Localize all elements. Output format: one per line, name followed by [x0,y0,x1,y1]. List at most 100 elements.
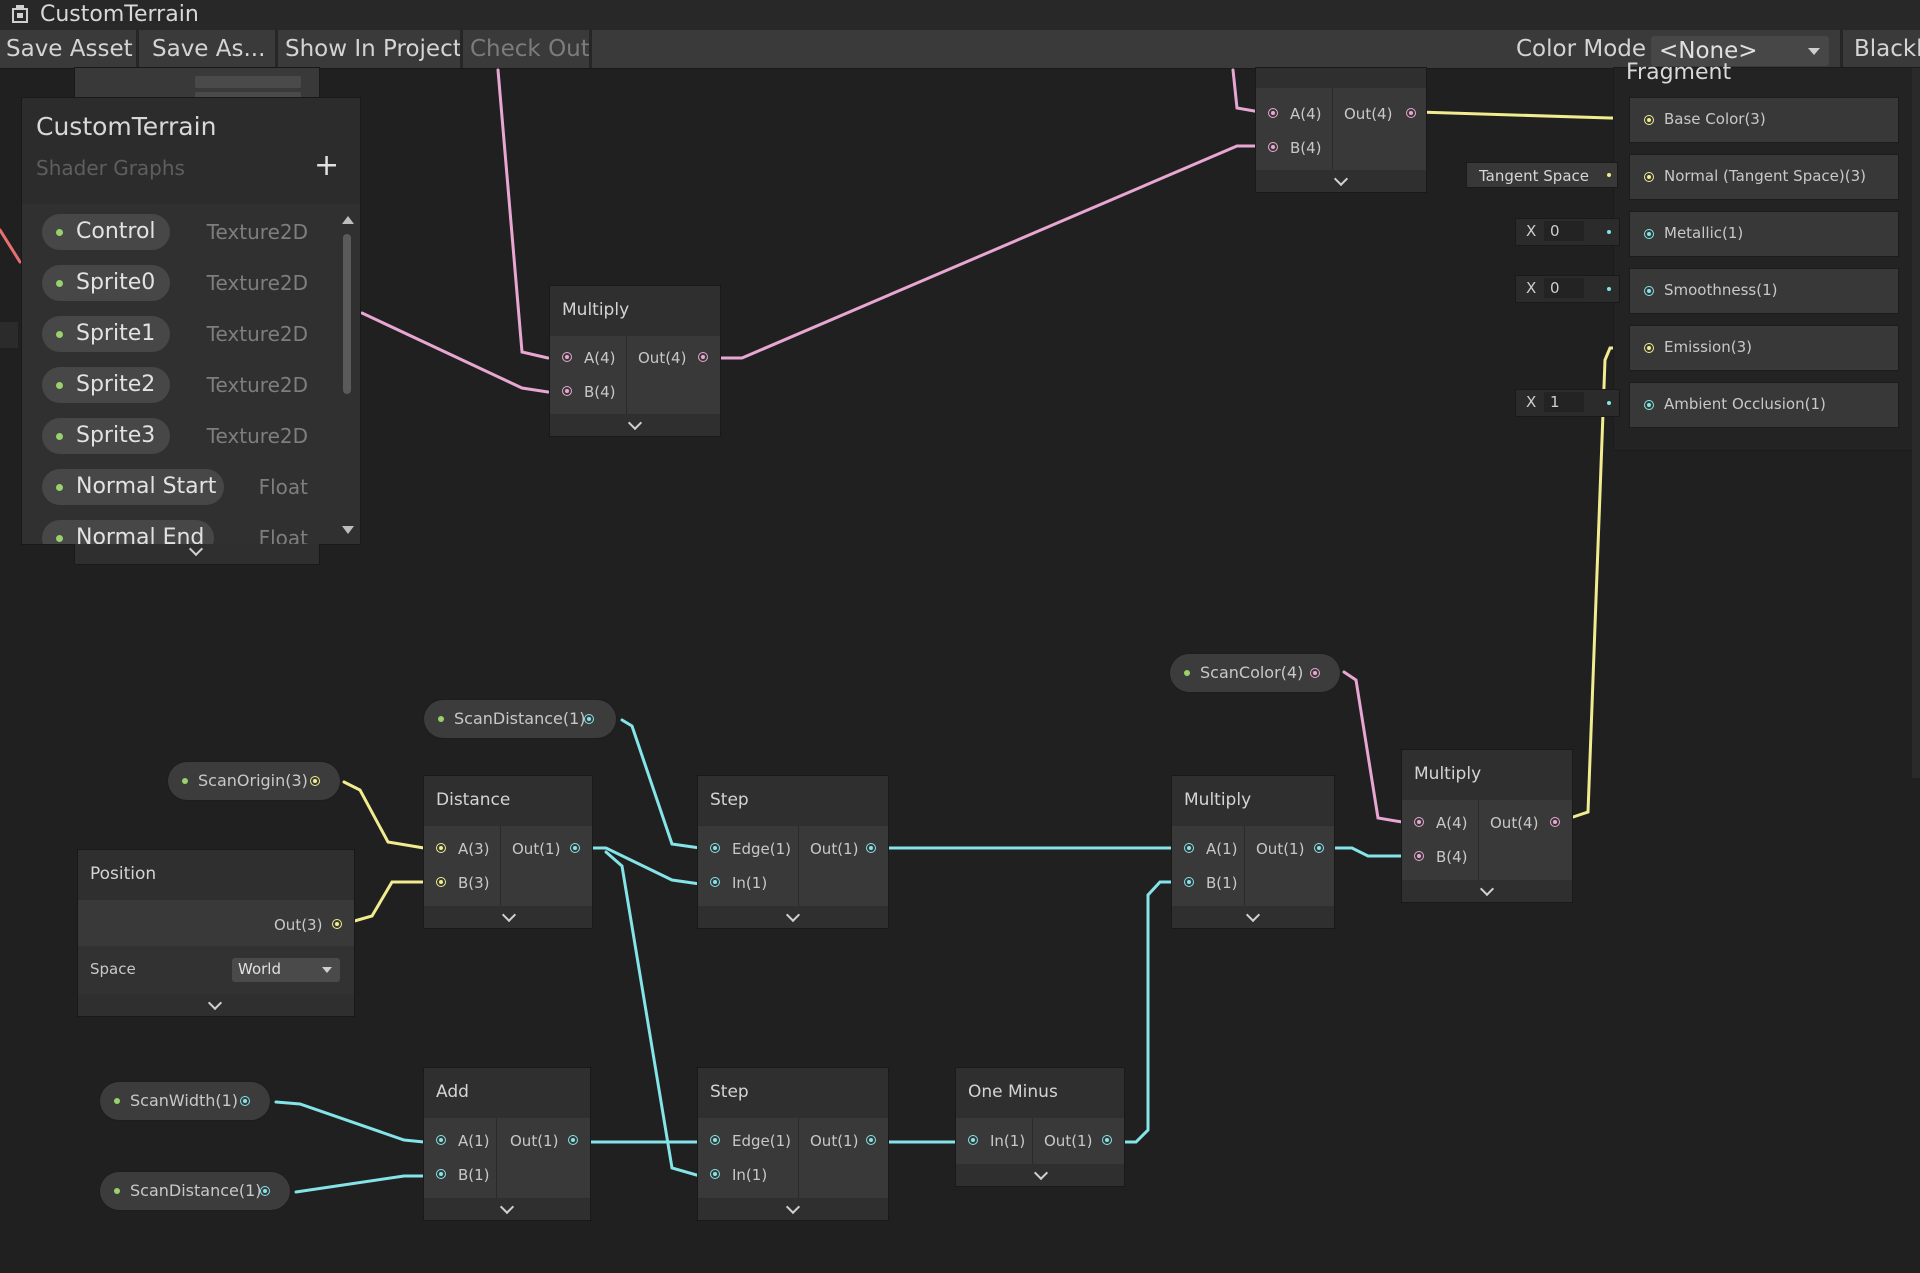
output-port[interactable] [866,843,876,853]
smoothness-value-field[interactable]: X 0 [1515,275,1620,303]
node-footer[interactable] [1256,170,1426,192]
input-port[interactable] [710,1169,720,1179]
node-footer[interactable] [424,906,592,928]
smoothness-slot[interactable]: Smoothness(1) [1630,269,1898,313]
output-port[interactable] [698,352,708,362]
blackboard-scrollbar[interactable] [343,234,351,394]
scroll-up-icon[interactable] [342,216,354,224]
multiply-node[interactable]: Multiply A(4) B(4) Out(4) [1402,750,1572,902]
input-port[interactable] [436,843,446,853]
blackboard-property[interactable]: Normal End [42,520,214,544]
blackboard-property[interactable]: Control [42,214,170,250]
input-port[interactable] [1644,343,1654,353]
output-port[interactable] [570,843,580,853]
node-footer[interactable] [424,1198,590,1220]
input-port[interactable] [436,1169,446,1179]
input-port[interactable] [1184,843,1194,853]
ao-value-field[interactable]: X 1 [1515,389,1620,417]
output-port[interactable] [1406,108,1416,118]
offscreen-field[interactable] [0,322,18,348]
output-port[interactable] [332,919,342,929]
collapse-chevron-icon[interactable] [1333,171,1349,187]
input-port[interactable] [1644,400,1654,410]
output-port[interactable] [240,1096,250,1106]
input-port[interactable] [710,1135,720,1145]
node-footer[interactable] [956,1164,1124,1186]
input-port[interactable] [1268,142,1278,152]
output-port[interactable] [1550,817,1560,827]
blackboard-property[interactable]: Sprite0 [42,265,170,301]
input-port[interactable] [562,352,572,362]
space-dropdown[interactable]: World [232,958,340,982]
node-footer[interactable] [550,414,720,436]
input-port[interactable] [1268,108,1278,118]
multiply-node[interactable]: Multiply A(1) B(1) Out(1) [1172,776,1334,928]
base-color-slot[interactable]: Base Color(3) [1630,98,1898,142]
blackboard-property[interactable]: Sprite2 [42,367,170,403]
scroll-down-icon[interactable] [342,526,354,534]
input-port[interactable] [1644,115,1654,125]
input-port[interactable] [710,843,720,853]
node-footer[interactable] [698,1198,888,1220]
input-port[interactable] [562,386,572,396]
input-port[interactable] [1414,851,1424,861]
step-node[interactable]: Step Edge(1) In(1) Out(1) [698,1068,888,1220]
scan-distance-property-node[interactable]: ScanDistance(1) [100,1172,290,1210]
property-type: Texture2D [206,220,308,244]
input-port[interactable] [1644,286,1654,296]
scan-width-property-node[interactable]: ScanWidth(1) [100,1082,270,1120]
collapse-chevron-icon[interactable] [188,541,204,557]
input-port[interactable] [710,877,720,887]
output-port[interactable] [260,1186,270,1196]
collapse-chevron-icon[interactable] [499,1199,515,1215]
multiply-node[interactable]: Multiply A(4) B(4) Out(4) [550,286,720,436]
output-port[interactable] [568,1135,578,1145]
add-node[interactable]: Add A(1) B(1) Out(1) [424,1068,590,1220]
output-port[interactable] [1310,668,1320,678]
one-minus-node[interactable]: One Minus In(1) Out(1) [956,1068,1124,1186]
input-port[interactable] [1644,172,1654,182]
ambient-occlusion-slot[interactable]: Ambient Occlusion(1) [1630,383,1898,427]
collapse-chevron-icon[interactable] [1245,907,1261,923]
position-node[interactable]: Position Out(3) Space World [78,850,354,1016]
input-port[interactable] [1644,229,1654,239]
background-node-field[interactable] [195,76,301,88]
output-port[interactable] [1314,843,1324,853]
hidden-node-footer[interactable] [75,541,319,562]
node-footer[interactable] [78,994,354,1016]
input-port[interactable] [1184,877,1194,887]
scan-distance-property-node[interactable]: ScanDistance(1) [424,700,616,738]
distance-node[interactable]: Distance A(3) B(3) Out(1) [424,776,592,928]
node-footer[interactable] [1172,906,1334,928]
output-port[interactable] [1102,1135,1112,1145]
blackboard-property[interactable]: Sprite3 [42,418,170,454]
metallic-value-field[interactable]: X 0 [1515,218,1620,246]
input-port[interactable] [436,877,446,887]
normal-space-field[interactable]: Tangent Space [1466,162,1618,188]
scan-color-property-node[interactable]: ScanColor(4) [1170,654,1340,692]
step-node[interactable]: Step Edge(1) In(1) Out(1) [698,776,888,928]
collapse-chevron-icon[interactable] [627,415,643,431]
collapse-chevron-icon[interactable] [1033,1165,1049,1181]
metallic-slot[interactable]: Metallic(1) [1630,212,1898,256]
output-port[interactable] [584,714,594,724]
input-port[interactable] [1414,817,1424,827]
normal-slot[interactable]: Normal (Tangent Space)(3) [1630,155,1898,199]
blackboard-property[interactable]: Normal Start [42,469,224,505]
input-port[interactable] [968,1135,978,1145]
collapse-chevron-icon[interactable] [207,995,223,1011]
emission-slot[interactable]: Emission(3) [1630,326,1898,370]
collapse-chevron-icon[interactable] [501,907,517,923]
add-property-icon[interactable]: + [314,148,339,183]
collapse-chevron-icon[interactable] [785,1199,801,1215]
blackboard-property[interactable]: Sprite1 [42,316,170,352]
node-footer[interactable] [1402,880,1572,902]
input-port[interactable] [436,1135,446,1145]
node-footer[interactable] [698,906,888,928]
collapse-chevron-icon[interactable] [1479,881,1495,897]
collapse-chevron-icon[interactable] [785,907,801,923]
scan-origin-property-node[interactable]: ScanOrigin(3) [168,762,340,800]
add-node-top[interactable]: A(4) B(4) Out(4) [1256,68,1426,192]
output-port[interactable] [866,1135,876,1145]
output-port[interactable] [310,776,320,786]
